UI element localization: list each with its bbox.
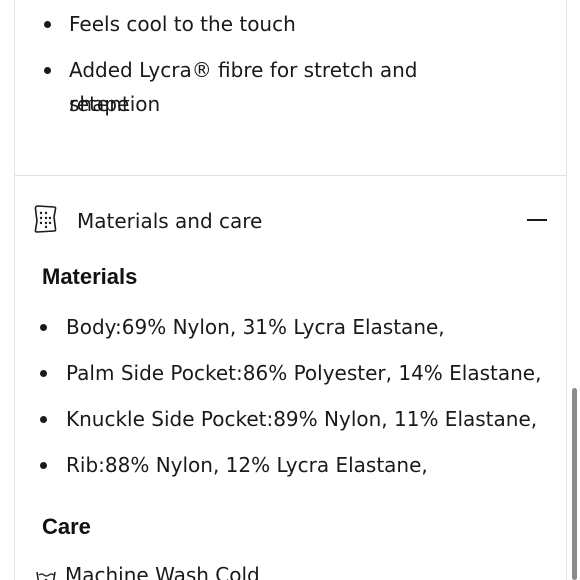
feature-text-line2: retention	[69, 92, 161, 116]
material-text: Knuckle Side Pocket:89% Nylon, 11% Elast…	[66, 407, 538, 431]
machine-wash-icon	[36, 570, 56, 580]
scrollbar-thumb[interactable]	[572, 388, 577, 580]
bullet-dot	[40, 462, 47, 469]
fabric-tag-icon	[32, 204, 58, 234]
materials-and-care-accordion-header[interactable]: Materials and care	[15, 190, 566, 252]
care-text: Machine Wash Cold	[65, 563, 260, 580]
care-heading: Care	[42, 514, 91, 539]
care-item: Machine Wash Cold	[36, 562, 516, 580]
bullet-dot	[40, 416, 47, 423]
panel-left-border	[14, 0, 15, 580]
bullet-dot	[40, 324, 47, 331]
bullet-dot	[40, 370, 47, 377]
bullet-dot	[44, 67, 51, 74]
materials-heading: Materials	[42, 264, 138, 289]
accordion-title: Materials and care	[77, 209, 263, 233]
material-text: Palm Side Pocket:86% Polyester, 14% Elas…	[66, 361, 542, 385]
material-text: Rib:88% Nylon, 12% Lycra Elastane,	[66, 453, 428, 477]
panel-right-border	[566, 0, 567, 580]
feature-item: Added Lycra® fibre for stretch and shape…	[44, 53, 484, 123]
product-details-panel: Feels cool to the touch Added Lycra® fib…	[0, 0, 580, 580]
bullet-dot	[44, 21, 51, 28]
material-text: Body:69% Nylon, 31% Lycra Elastane,	[66, 315, 445, 339]
minus-icon[interactable]	[527, 219, 547, 221]
feature-text: Feels cool to the touch	[69, 12, 296, 36]
section-divider	[15, 175, 566, 176]
